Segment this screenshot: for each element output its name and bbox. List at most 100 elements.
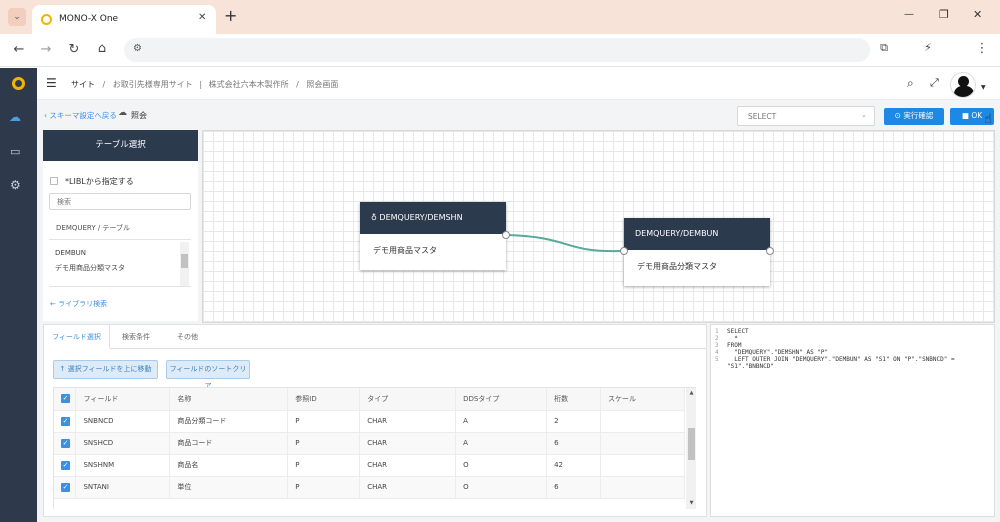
tab-field-select[interactable]: フィールド選択	[44, 325, 110, 349]
list-scrollbar[interactable]	[180, 242, 189, 286]
row-checkbox[interactable]: ✓	[61, 460, 70, 470]
table-cell: SNSHCD	[75, 432, 171, 455]
move-up-button[interactable]: ↑ 選択フィールドを上に移動	[53, 360, 158, 379]
table-row[interactable]: ✓ SNTANI 単位 P CHAR O 6	[54, 476, 685, 499]
select-all-cell[interactable]: ✓	[54, 388, 77, 411]
select-all-checkbox[interactable]: ✓	[61, 394, 70, 404]
column-header[interactable]: フィールド	[75, 388, 171, 411]
column-header[interactable]: DDSタイプ	[455, 388, 548, 411]
row-checkbox-cell[interactable]: ✓	[54, 432, 77, 455]
clear-sort-button[interactable]: フィールドのソートクリア	[166, 360, 250, 390]
minimize-button[interactable]: —	[904, 9, 914, 20]
table-cell: CHAR	[359, 410, 457, 433]
fullscreen-icon[interactable]: ⤢	[930, 76, 939, 90]
menu-toggle-icon[interactable]: ☰	[46, 76, 57, 90]
user-avatar[interactable]	[950, 72, 976, 98]
tab-search-button[interactable]: ⌄	[8, 8, 26, 26]
list-item[interactable]: デモ用商品分類マスタ	[55, 263, 125, 273]
browser-menu-icon[interactable]: ⋮	[974, 42, 990, 55]
reload-icon[interactable]: ↻	[66, 43, 82, 56]
column-header[interactable]: 桁数	[546, 388, 602, 411]
table-list: DEMBUN デモ用商品分類マスタ	[49, 239, 191, 287]
table-cell	[600, 432, 685, 455]
sql-line-text: "DEMQUERY"."DEMSHN" AS "P"	[727, 349, 829, 356]
app-logo[interactable]	[12, 77, 25, 90]
table-cell: 42	[546, 454, 602, 477]
home-icon[interactable]: ⌂	[94, 42, 110, 55]
list-item[interactable]: DEMBUN	[55, 249, 86, 257]
sql-line-text: FROM	[727, 342, 742, 349]
node-port[interactable]	[620, 247, 628, 255]
library-search-link[interactable]: ← ライブラリ検索	[50, 299, 107, 309]
column-header[interactable]: 参照ID	[287, 388, 361, 411]
query-type-select[interactable]: SELECT ⌄	[737, 106, 875, 126]
table-search-input[interactable]	[49, 193, 191, 210]
join-diagram-canvas[interactable]: ♁ DEMQUERY/DEMSHN デモ用商品マスタ DEMQUERY/DEMB…	[202, 130, 995, 323]
sql-line: 3 FROM	[715, 342, 991, 349]
table-cell: 商品コード	[169, 432, 289, 455]
section-title: DEMQUERY / テーブル	[56, 224, 130, 232]
table-row[interactable]: ✓ SNBNCD 商品分類コード P CHAR A 2	[54, 410, 685, 433]
address-bar[interactable]: ⚙	[124, 38, 870, 62]
select-value: SELECT	[748, 112, 777, 121]
sql-line: "S1"."BNBNCD"	[715, 363, 991, 370]
table-cell: 2	[546, 410, 602, 433]
row-checkbox[interactable]: ✓	[61, 482, 70, 492]
run-check-button[interactable]: ⊙ 実行確認	[884, 108, 944, 125]
node-port[interactable]	[766, 247, 774, 255]
breadcrumb-site[interactable]: サイト	[71, 80, 95, 89]
settings-icon[interactable]: ⚙	[10, 178, 21, 192]
table-row[interactable]: ✓ SNSHNM 商品名 P CHAR O 42	[54, 454, 685, 477]
table-row[interactable]: ✓ SNSHCD 商品コード P CHAR A 6	[54, 432, 685, 455]
app-side-rail: ☁ ▭ ⚙	[0, 68, 37, 522]
browser-tabstrip: ⌄ MONO-X One ✕ + — ❐ ✕	[0, 0, 1000, 34]
column-header[interactable]: 名称	[169, 388, 289, 411]
join-link	[506, 234, 624, 253]
search-icon[interactable]: ⌕	[907, 76, 914, 91]
row-checkbox-cell[interactable]: ✓	[54, 476, 77, 499]
tab-bar: フィールド選択 検索条件 その他	[44, 325, 706, 349]
libl-checkbox[interactable]	[50, 177, 58, 185]
user-menu-caret-icon[interactable]: ▼	[981, 84, 986, 91]
ok-icon: ■	[961, 111, 969, 120]
row-checkbox[interactable]: ✓	[61, 416, 70, 426]
column-header[interactable]: スケール	[600, 388, 685, 411]
chevron-down-icon: ⌄	[861, 111, 867, 119]
table-cell: 6	[546, 432, 602, 455]
tab-search-conditions[interactable]: 検索条件	[122, 325, 150, 349]
sql-line-text: SELECT	[727, 328, 749, 335]
table-scrollbar[interactable]: ▲ ▼	[686, 388, 696, 509]
node-subtitle: デモ用商品マスタ	[373, 246, 437, 255]
back-to-schema-link[interactable]: ‹ スキーマ設定へ戻る	[44, 110, 117, 121]
tab-close-icon[interactable]: ✕	[198, 12, 206, 23]
node-port[interactable]	[502, 231, 510, 239]
close-window-button[interactable]: ✕	[973, 8, 982, 21]
field-panel: フィールド選択 検索条件 その他 ↑ 選択フィールドを上に移動 フィールドのソー…	[43, 324, 707, 517]
cloud-icon[interactable]: ☁	[9, 110, 21, 124]
tab-other[interactable]: その他	[177, 325, 198, 349]
extensions-icon[interactable]: ⧉	[876, 42, 892, 53]
table-cell: 商品名	[169, 454, 289, 477]
breadcrumb-partner-site[interactable]: お取引先様専用サイト	[113, 80, 193, 89]
restore-button[interactable]: ❐	[939, 8, 949, 21]
back-icon[interactable]: ←	[11, 43, 27, 56]
breadcrumb-company[interactable]: 株式会社六本木製作所	[209, 80, 289, 89]
column-header[interactable]: タイプ	[359, 388, 457, 411]
forward-icon[interactable]: →	[38, 43, 54, 56]
row-checkbox-cell[interactable]: ✓	[54, 410, 77, 433]
table-header-row: ✓ フィールド 名称 参照ID タイプ DDSタイプ 桁数 スケール	[54, 388, 685, 411]
browser-tab[interactable]: MONO-X One ✕	[32, 5, 216, 34]
performance-icon[interactable]: ⚡	[920, 42, 936, 53]
table-cell: SNBNCD	[75, 410, 171, 433]
sql-preview[interactable]: 1 SELECT 2 * 3 FROM 4 "DEMQUERY"."DEMSHN" AS …	[710, 324, 995, 517]
row-checkbox[interactable]: ✓	[61, 438, 70, 448]
node-subtitle: デモ用商品分類マスタ	[637, 262, 717, 271]
table-node-dembun[interactable]: DEMQUERY/DEMBUN デモ用商品分類マスタ	[620, 218, 774, 286]
site-settings-icon[interactable]: ⚙	[133, 43, 142, 54]
table-cell: SNTANI	[75, 476, 171, 499]
folder-icon[interactable]: ▭	[10, 145, 20, 158]
row-checkbox-cell[interactable]: ✓	[54, 454, 77, 477]
sql-line-text: *	[727, 335, 738, 342]
new-tab-button[interactable]: +	[224, 6, 237, 25]
table-node-demshn[interactable]: ♁ DEMQUERY/DEMSHN デモ用商品マスタ	[360, 202, 510, 270]
